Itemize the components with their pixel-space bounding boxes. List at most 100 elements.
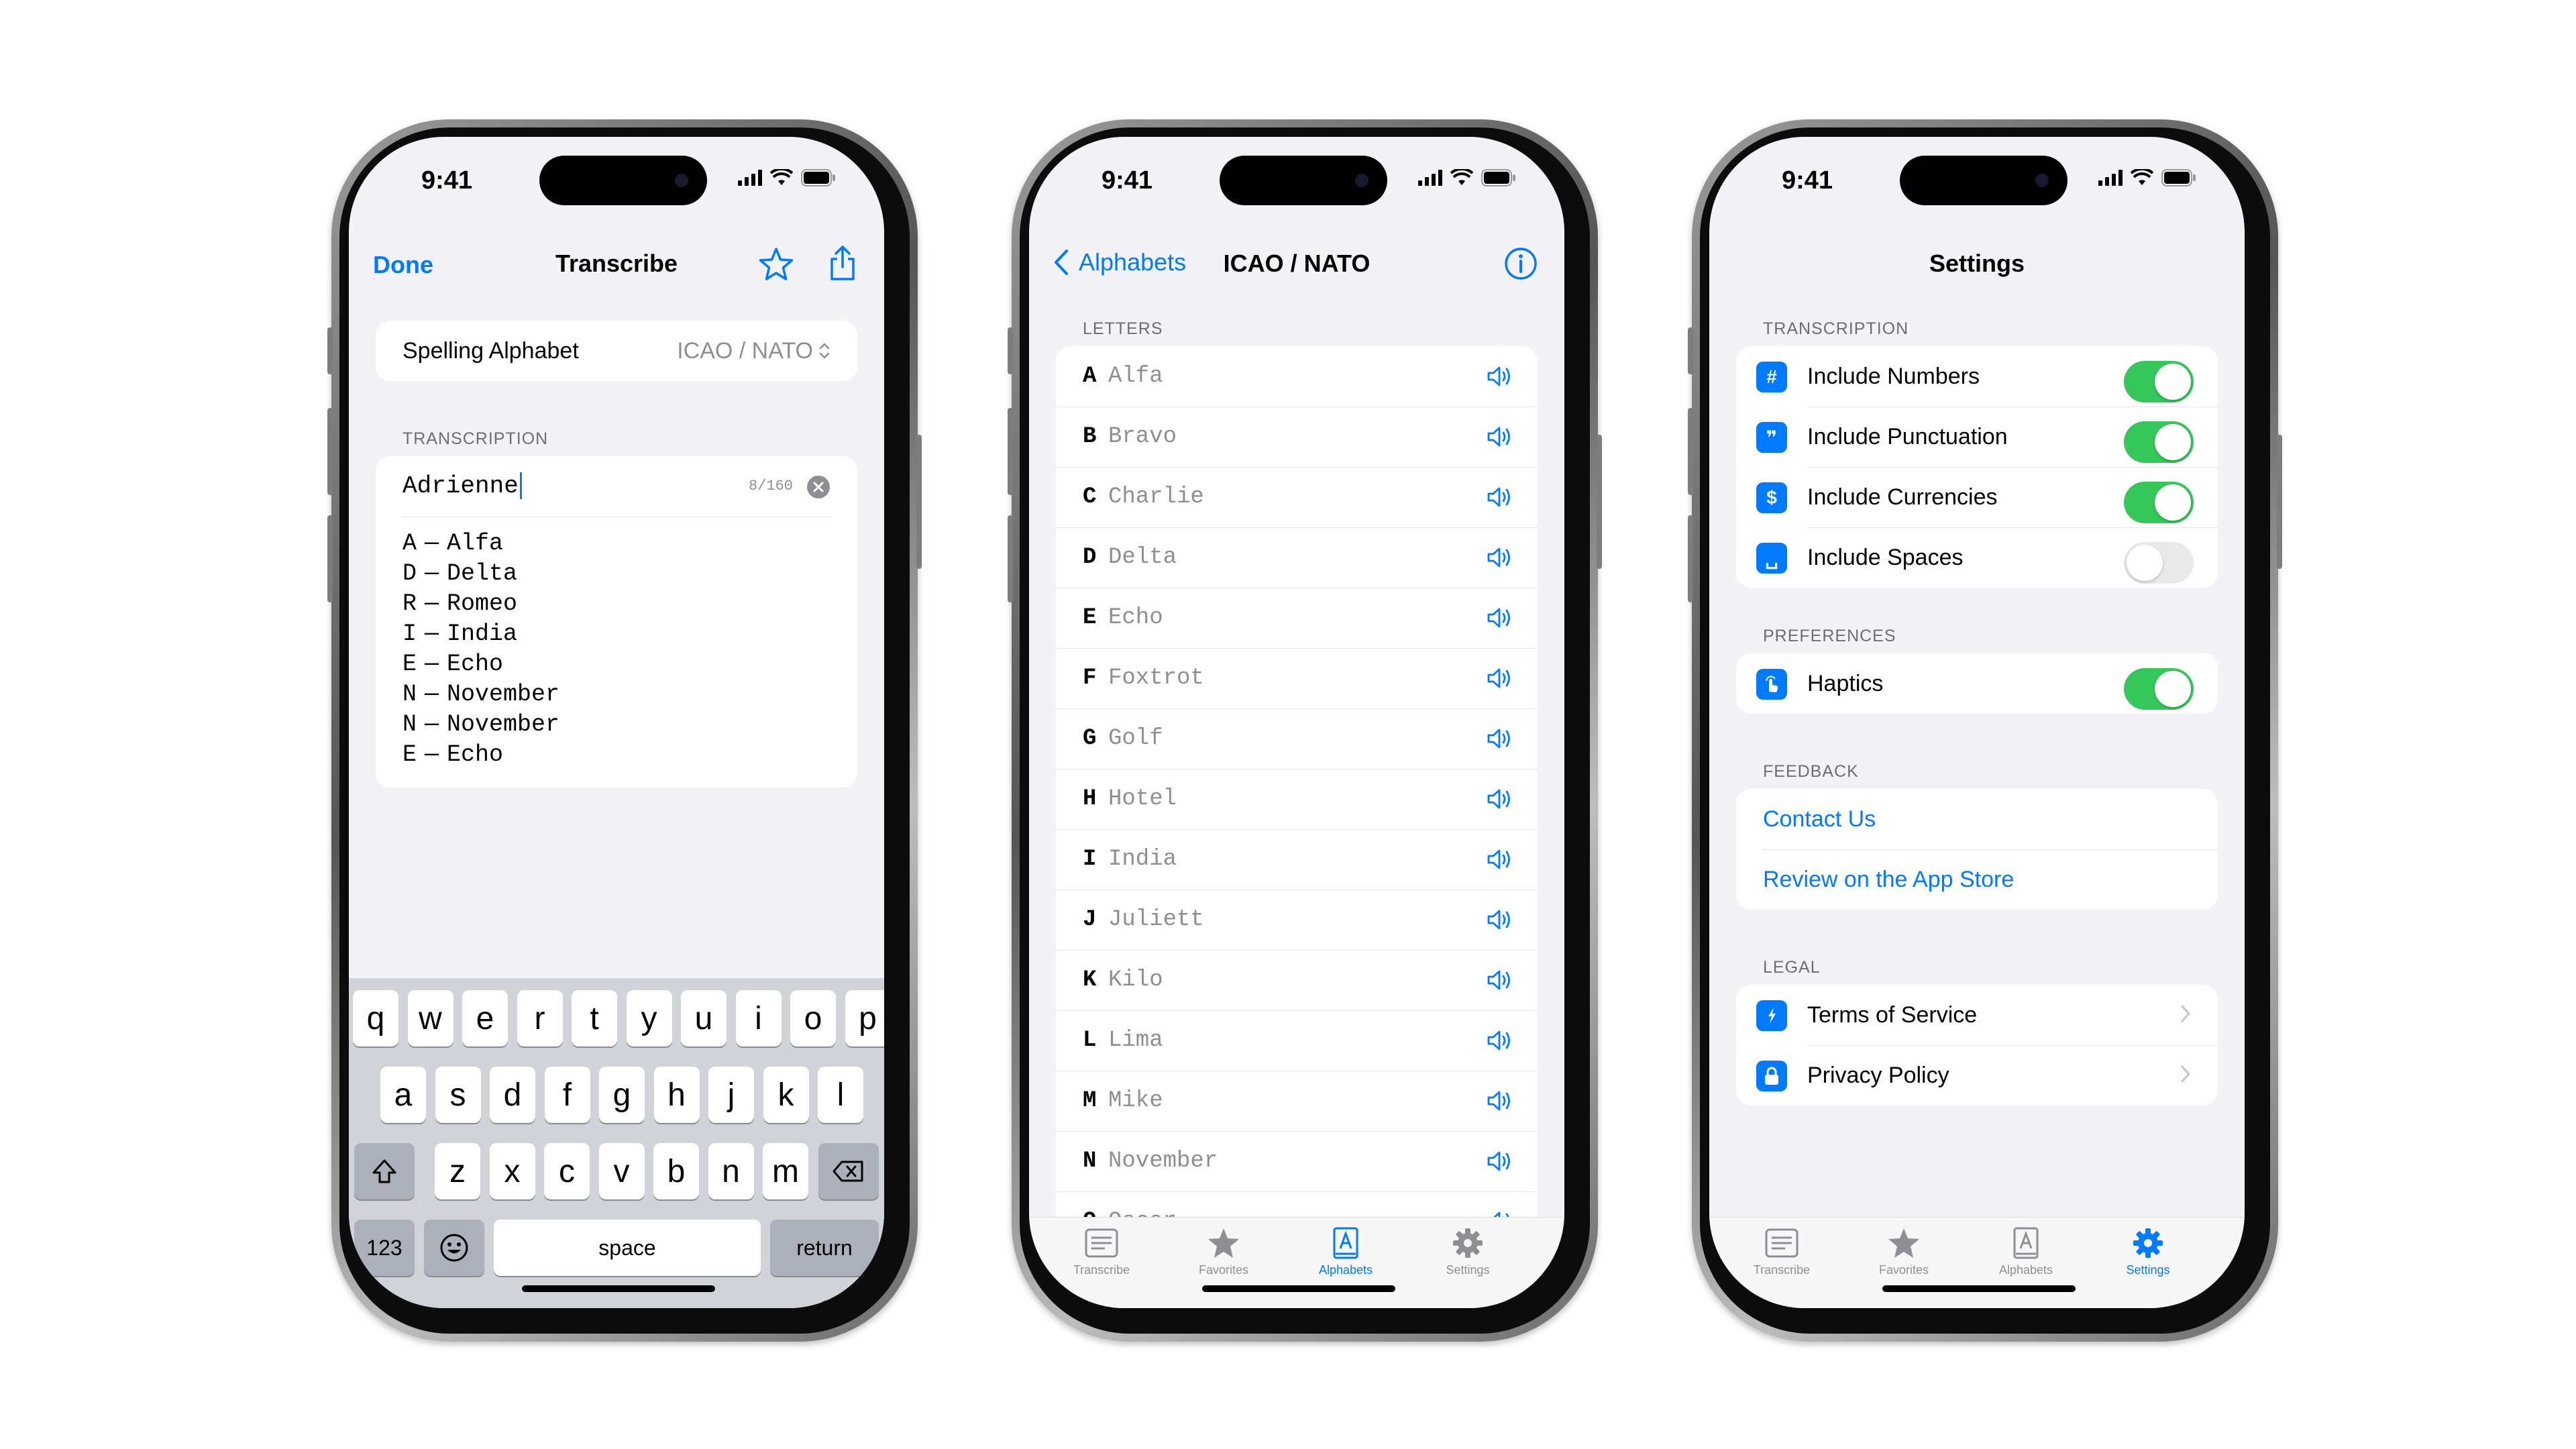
speaker-icon[interactable] [1487, 1029, 1513, 1055]
key-r[interactable]: r [517, 990, 563, 1046]
alphabet-picker-value: ICAO / NATO [677, 338, 813, 364]
letter-row[interactable]: H Hotel [1056, 769, 1538, 830]
tab-settings[interactable]: Settings [1421, 1227, 1515, 1277]
letter-row[interactable]: A Alfa [1056, 346, 1538, 407]
status-icons [738, 169, 836, 186]
tab-label: Favorites [1198, 1263, 1249, 1277]
line-word: Alfa [447, 530, 504, 557]
space-key[interactable]: space [494, 1220, 761, 1276]
key-q[interactable]: q [353, 990, 398, 1046]
speaker-icon[interactable] [1487, 425, 1513, 451]
speaker-icon[interactable] [1487, 908, 1513, 934]
letter-row[interactable]: C Charlie [1056, 467, 1538, 528]
key-e[interactable]: e [462, 990, 508, 1046]
tab-settings[interactable]: Settings [2101, 1227, 2195, 1277]
key-l[interactable]: l [818, 1067, 863, 1123]
tab-alphabets[interactable]: Alphabets [1299, 1227, 1393, 1277]
shift-key[interactable] [354, 1143, 415, 1199]
key-d[interactable]: d [490, 1067, 535, 1123]
numbers-key[interactable]: 123 [354, 1220, 415, 1276]
letter-row[interactable]: F Foxtrot [1056, 648, 1538, 709]
alphabet-picker-label: Spelling Alphabet [402, 338, 579, 364]
key-h[interactable]: h [653, 1067, 700, 1123]
key-a[interactable]: a [380, 1067, 426, 1123]
key-p[interactable]: p [845, 990, 884, 1046]
speaker-icon[interactable] [1487, 546, 1513, 572]
speaker-icon[interactable] [1487, 1150, 1513, 1176]
tab-transcribe[interactable]: Transcribe [1055, 1227, 1148, 1277]
speaker-icon[interactable] [1487, 727, 1513, 753]
key-w[interactable]: w [407, 990, 453, 1046]
speaker-icon[interactable] [1487, 667, 1513, 693]
key-x[interactable]: x [489, 1143, 535, 1199]
letter-row[interactable]: K Kilo [1056, 950, 1538, 1011]
return-key[interactable]: return [770, 1220, 879, 1276]
share-icon[interactable] [828, 244, 857, 282]
letter-row[interactable]: L Lima [1056, 1010, 1538, 1071]
key-g[interactable]: g [599, 1067, 645, 1123]
key-j[interactable]: j [708, 1067, 754, 1123]
letter-row[interactable]: I India [1056, 829, 1538, 890]
letter-row[interactable]: E Echo [1056, 588, 1538, 649]
letter-row[interactable]: N November [1056, 1131, 1538, 1192]
clear-icon[interactable] [806, 475, 830, 499]
speaker-icon[interactable] [1487, 788, 1513, 814]
transcription-output: A — Alfa D — Delta R — Romeo I — India E — Echo N — Novem… [402, 529, 559, 770]
tab-bar: Transcribe Favorites Alphabets Settings [1709, 1217, 2245, 1308]
tab-label: Settings [2126, 1263, 2170, 1277]
key-u[interactable]: u [681, 990, 727, 1046]
key-n[interactable]: n [708, 1143, 754, 1199]
key-c[interactable]: c [544, 1143, 590, 1199]
speaker-icon[interactable] [1487, 606, 1513, 633]
emoji-key[interactable] [424, 1220, 484, 1276]
tab-alphabets[interactable]: Alphabets [1979, 1227, 2073, 1277]
haptics-toggle[interactable] [2124, 668, 2194, 710]
speaker-icon[interactable] [1487, 969, 1513, 995]
letter-row[interactable]: J Juliett [1056, 890, 1538, 951]
setting-toggle[interactable] [2124, 361, 2194, 402]
signal-icon [2098, 170, 2123, 186]
tab-transcribe[interactable]: Transcribe [1735, 1227, 1829, 1277]
globe-icon[interactable] [388, 1303, 425, 1308]
key-z[interactable]: z [435, 1143, 480, 1199]
letter-row[interactable]: D Delta [1056, 527, 1538, 588]
tab-favorites[interactable]: Favorites [1177, 1227, 1271, 1277]
key-t[interactable]: t [572, 990, 617, 1046]
key-i[interactable]: i [735, 990, 782, 1046]
contact-us-link[interactable]: Contact Us [1763, 806, 1876, 833]
key-k[interactable]: k [763, 1067, 809, 1123]
microphone-icon[interactable] [812, 1299, 841, 1308]
delete-key[interactable] [818, 1143, 879, 1199]
setting-toggle[interactable] [2124, 421, 2194, 463]
terms-row[interactable]: Terms of Service [1736, 985, 2218, 1045]
setting-toggle[interactable] [2124, 542, 2194, 584]
setting-toggle[interactable] [2124, 482, 2194, 523]
alphabet-picker-row[interactable]: Spelling Alphabet ICAO / NATO [376, 321, 857, 381]
page-title: Settings [1929, 250, 2025, 277]
key-y[interactable]: y [626, 990, 672, 1046]
key-f[interactable]: f [544, 1067, 590, 1123]
tab-favorites[interactable]: Favorites [1857, 1227, 1951, 1277]
speaker-icon[interactable] [1487, 1089, 1513, 1116]
star-icon[interactable] [758, 247, 794, 282]
key-v[interactable]: v [598, 1143, 645, 1199]
letter-row[interactable]: G Golf [1056, 708, 1538, 769]
key-m[interactable]: m [763, 1143, 808, 1199]
privacy-row[interactable]: Privacy Policy [1736, 1045, 2218, 1106]
key-b[interactable]: b [653, 1143, 699, 1199]
line-letter: N [402, 711, 417, 738]
letter-row[interactable]: B Bravo [1056, 407, 1538, 468]
speaker-icon[interactable] [1487, 486, 1513, 512]
review-app-store-link[interactable]: Review on the App Store [1763, 867, 2014, 893]
terms-label: Terms of Service [1807, 1002, 1978, 1028]
key-s[interactable]: s [435, 1067, 481, 1123]
speaker-icon[interactable] [1487, 848, 1513, 874]
transcription-input[interactable]: Adrienne [402, 472, 522, 500]
key-o[interactable]: o [790, 990, 836, 1046]
dollar-icon: $ [1756, 482, 1787, 513]
speaker-icon[interactable] [1487, 365, 1513, 391]
info-icon[interactable] [1504, 247, 1538, 280]
home-indicator [1882, 1285, 2076, 1292]
letters-section-header: LETTERS [1083, 319, 1163, 338]
letter-row[interactable]: M Mike [1056, 1071, 1538, 1132]
